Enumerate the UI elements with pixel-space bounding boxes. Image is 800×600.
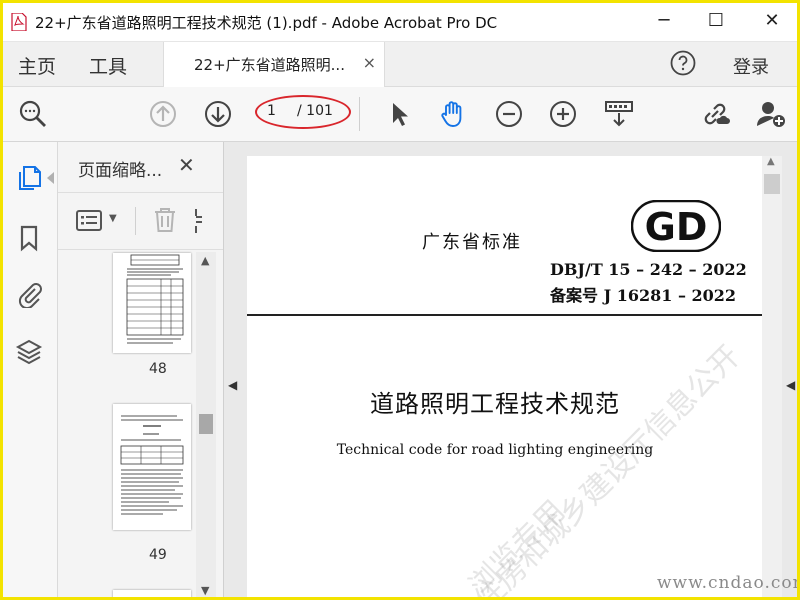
standard-number: DBJ/T 15 – 242 – 2022 <box>550 260 747 279</box>
pdf-page: 广东省标准 GD DBJ/T 15 – 242 – 2022 备案号 J 162… <box>247 156 762 597</box>
collapse-right-panel-icon[interactable]: ◀ <box>786 378 795 392</box>
document-scrollbar[interactable]: ▲ <box>762 156 782 597</box>
scroll-down-icon[interactable]: ▼ <box>201 584 209 597</box>
zoom-out-icon[interactable] <box>493 98 525 130</box>
login-button[interactable]: 登录 <box>733 53 769 79</box>
close-window-button[interactable]: ✕ <box>749 3 795 41</box>
red-annotation-ellipse <box>255 95 351 129</box>
standard-label: 广东省标准 <box>422 232 522 253</box>
next-page-icon[interactable] <box>202 98 234 130</box>
left-navigation-rail <box>3 142 58 597</box>
page-thumbnails-icon[interactable] <box>15 164 43 192</box>
panel-close-icon[interactable]: ✕ <box>178 153 195 177</box>
document-tab[interactable]: 22+广东省道路照明... × <box>163 42 385 87</box>
site-watermark: www.cndao.com <box>657 573 800 593</box>
previous-page-icon[interactable] <box>147 98 179 130</box>
gd-logo: GD <box>631 200 721 252</box>
scrollbar-thumb[interactable] <box>764 174 780 194</box>
thumbnail-page-number: 49 <box>149 547 167 563</box>
page-display-icon[interactable] <box>603 98 635 130</box>
thumbnail-options-icon[interactable] <box>76 209 104 233</box>
thumbnail-preview <box>126 254 184 344</box>
pdf-file-icon <box>11 13 27 31</box>
title-bar: 22+广东省道路照明工程技术规范 (1).pdf - Adobe Acrobat… <box>3 3 797 42</box>
active-panel-indicator <box>47 172 54 184</box>
page-number-box[interactable]: 1 / 101 <box>255 95 353 129</box>
document-viewport[interactable]: ◀ 广东省标准 GD DBJ/T 15 – 242 – 2022 备案号 J 1… <box>224 142 797 597</box>
record-number: 备案号 J 16281 – 2022 <box>550 286 737 305</box>
page-thumbnails-panel: 页面缩略... ✕ ▼ 48 49 ▲ ▼ <box>58 142 224 597</box>
window-title: 22+广东省道路照明工程技术规范 (1).pdf - Adobe Acrobat… <box>35 14 498 32</box>
panel-title: 页面缩略... <box>78 161 163 181</box>
chevron-down-icon[interactable]: ▼ <box>109 213 117 224</box>
maximize-button[interactable]: ☐ <box>693 3 739 41</box>
scroll-up-icon[interactable]: ▲ <box>767 156 775 167</box>
document-subtitle: Technical code for road lighting enginee… <box>336 442 654 458</box>
home-tab[interactable]: 主页 <box>18 52 56 79</box>
select-pointer-icon[interactable] <box>383 98 415 130</box>
document-tab-label: 22+广东省道路照明... <box>194 56 345 74</box>
share-link-icon[interactable] <box>699 98 731 130</box>
tools-tab[interactable]: 工具 <box>89 52 127 79</box>
page-layout-icon[interactable] <box>192 207 212 235</box>
zoom-in-icon[interactable] <box>547 98 579 130</box>
minimize-button[interactable]: ─ <box>641 3 687 41</box>
search-icon[interactable] <box>17 98 49 130</box>
thumbnail-page-49[interactable] <box>113 404 191 530</box>
toolbar-divider <box>359 97 360 131</box>
layers-icon[interactable] <box>15 338 43 366</box>
collapse-left-panel-icon[interactable]: ◀ <box>228 378 237 392</box>
delete-trash-icon[interactable] <box>152 206 178 234</box>
tab-close-icon[interactable]: × <box>363 53 376 72</box>
scroll-up-icon[interactable]: ▲ <box>201 254 209 267</box>
tab-bar: 主页 工具 22+广东省道路照明... × 登录 <box>3 42 797 87</box>
horizontal-rule <box>247 314 762 316</box>
scrollbar-thumb[interactable] <box>199 414 213 434</box>
thumbnail-page-48[interactable] <box>113 253 191 353</box>
thumbnail-preview <box>120 415 184 515</box>
thumbnail-page-number: 48 <box>149 361 167 377</box>
attachment-icon[interactable] <box>15 280 43 308</box>
add-user-icon[interactable] <box>755 98 787 130</box>
logo-text: GD <box>645 205 708 249</box>
bookmark-icon[interactable] <box>15 224 43 252</box>
panel-divider <box>135 207 136 235</box>
thumbnail-page-next[interactable] <box>113 590 191 597</box>
hand-tool-icon[interactable] <box>437 98 469 130</box>
toolbar: 1 / 101 <box>3 87 797 142</box>
thumbnail-scrollbar[interactable]: ▲ ▼ <box>196 252 216 597</box>
help-icon[interactable] <box>670 50 696 76</box>
app-window: 22+广东省道路照明工程技术规范 (1).pdf - Adobe Acrobat… <box>0 0 800 600</box>
panel-toolbar: ▼ <box>58 192 223 250</box>
